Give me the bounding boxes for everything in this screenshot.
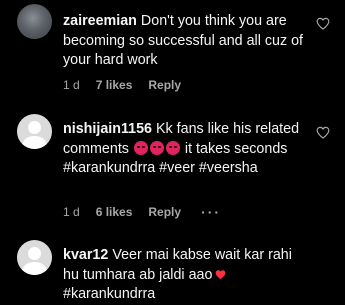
comment-timestamp: 1 d (63, 78, 80, 92)
comment-body: kvar12 Veer mai kabse wait kar rahi hu tu… (63, 246, 308, 305)
heart-emoji-icon (216, 269, 226, 279)
more-dots-icon[interactable]: ··· (201, 204, 221, 220)
comment-likes-count[interactable]: 7 likes (96, 78, 133, 92)
comments-list: zaireemian Don't you think you are becomi… (0, 0, 345, 305)
comment-meta: 1 d 6 likes Reply ··· (63, 204, 221, 220)
avatar[interactable] (17, 240, 52, 275)
comment-username[interactable]: kvar12 (63, 247, 108, 263)
default-user-icon (21, 247, 48, 275)
heart-outline-icon[interactable] (316, 126, 330, 139)
comment-body: zaireemian Don't you think you are becomi… (63, 12, 308, 71)
reply-button[interactable]: Reply (148, 78, 181, 92)
pouting-face-emoji-icon (149, 140, 164, 155)
comment-hashtag[interactable]: #karankundrra (63, 286, 155, 302)
comment-meta: 1 d 7 likes Reply (63, 78, 201, 92)
comment-timestamp: 1 d (63, 205, 80, 219)
comment-username[interactable]: zaireemian (63, 13, 137, 29)
heart-outline-icon[interactable] (316, 17, 330, 30)
default-user-icon (21, 121, 48, 149)
avatar[interactable] (17, 4, 52, 39)
comment-body: nishijain1156 Kk fans like his related co… (63, 120, 308, 179)
comment-likes-count[interactable]: 6 likes (96, 205, 133, 219)
avatar[interactable] (17, 114, 52, 149)
pouting-face-emoji-icon (165, 140, 180, 155)
comment-username[interactable]: nishijain1156 (63, 121, 152, 137)
pouting-face-emoji-icon (133, 140, 148, 155)
reply-button[interactable]: Reply (148, 205, 181, 219)
